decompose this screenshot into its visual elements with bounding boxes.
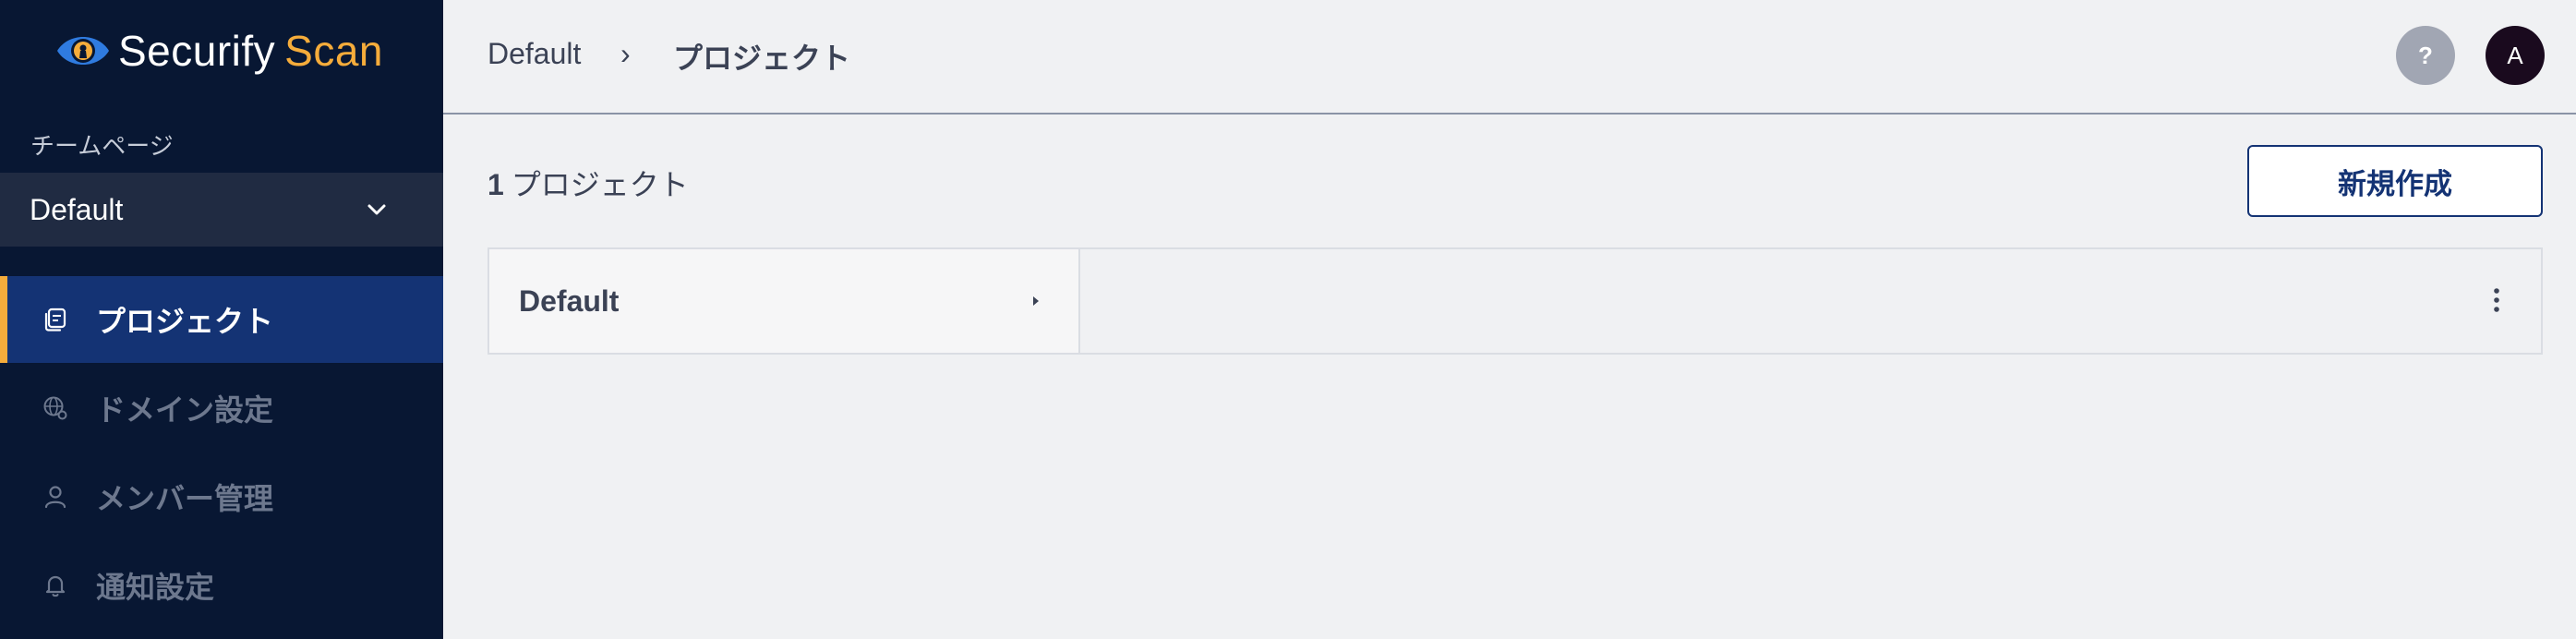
brand-name: Securify Scan xyxy=(118,26,383,76)
globe-settings-icon xyxy=(43,396,67,420)
create-project-button[interactable]: 新規作成 xyxy=(2247,145,2543,217)
help-button[interactable]: ? xyxy=(2396,26,2455,85)
sidebar-item-domain-settings[interactable]: ドメイン設定 xyxy=(0,365,443,452)
sidebar-item-projects[interactable]: プロジェクト xyxy=(0,276,443,363)
bell-icon xyxy=(45,575,66,597)
projects-icon xyxy=(44,307,66,332)
project-name-cell[interactable]: Default xyxy=(489,249,1080,353)
project-row: Default xyxy=(488,247,2543,355)
breadcrumb-current: プロジェクト xyxy=(673,42,851,75)
project-count: 1 プロジェクト xyxy=(488,162,689,204)
brand-name-main: Securify xyxy=(118,27,276,75)
top-header: Default › プロジェクト ? A xyxy=(443,0,2576,115)
sidebar: Securify Scan チームページ Default プロジェクト ドメイン設… xyxy=(0,0,443,639)
brand-name-accent: Scan xyxy=(284,27,384,75)
project-count-number: 1 xyxy=(488,168,504,201)
team-select-value: Default xyxy=(30,192,124,226)
sidebar-item-members[interactable]: メンバー管理 xyxy=(0,453,443,540)
sidebar-item-label: 通知設定 xyxy=(96,571,215,604)
sidebar-item-notifications[interactable]: 通知設定 xyxy=(0,542,443,629)
sidebar-item-label: ドメイン設定 xyxy=(96,393,274,427)
team-select[interactable]: Default xyxy=(0,173,443,247)
user-icon xyxy=(44,486,66,509)
logo[interactable]: Securify Scan xyxy=(55,20,383,81)
chevron-down-icon xyxy=(367,204,386,215)
more-options-icon[interactable] xyxy=(2486,284,2508,316)
sidebar-item-label: メンバー管理 xyxy=(96,482,274,515)
caret-right-icon xyxy=(1033,296,1039,306)
team-page-label: チームページ xyxy=(30,132,174,160)
sidebar-item-label: プロジェクト xyxy=(96,305,274,338)
breadcrumb-separator: › xyxy=(620,37,631,70)
project-count-label: プロジェクト xyxy=(511,168,689,201)
eye-logo-icon xyxy=(57,37,109,65)
project-name: Default xyxy=(519,284,620,318)
breadcrumb-root[interactable]: Default xyxy=(488,37,581,71)
avatar[interactable]: A xyxy=(2486,26,2545,85)
